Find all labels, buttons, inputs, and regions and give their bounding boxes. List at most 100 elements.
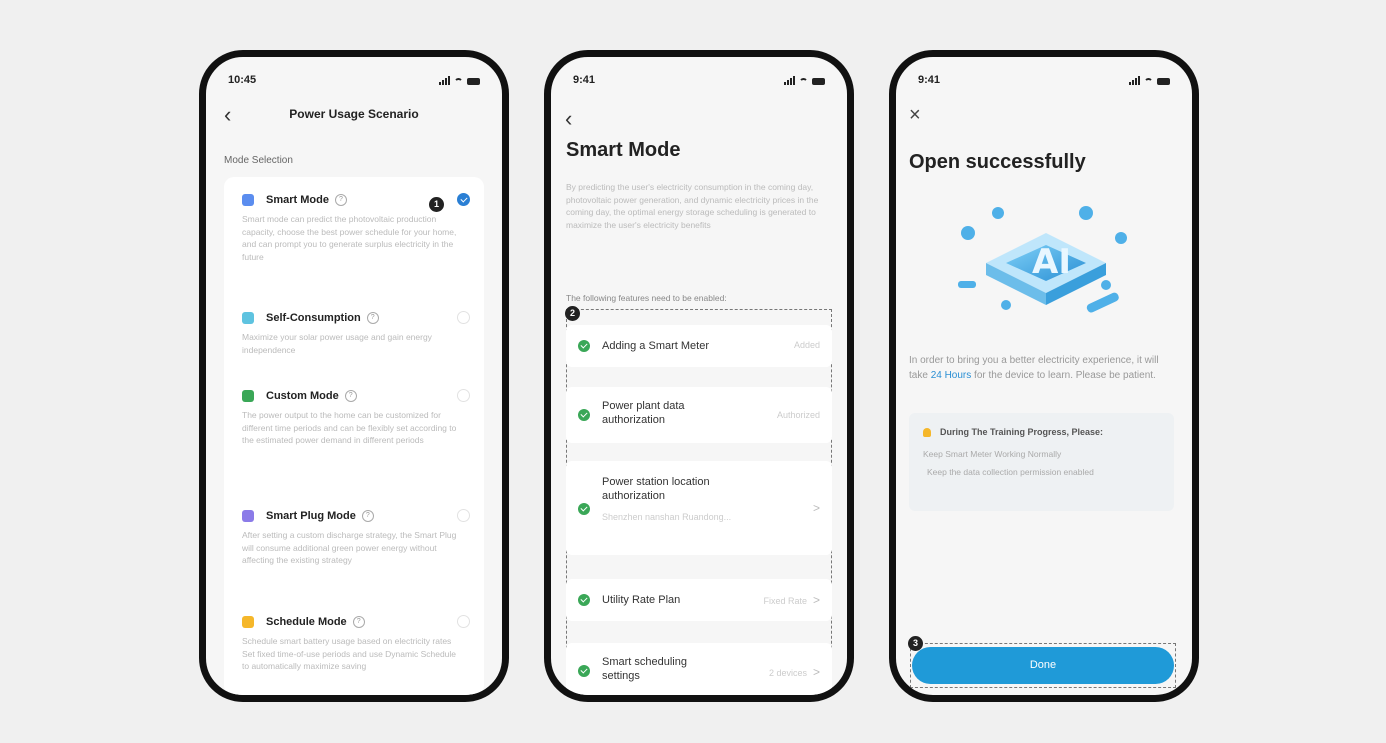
info-message: In order to bring you a better electrici…: [909, 353, 1172, 383]
mode-list: Smart Mode ? Smart mode can predict the …: [224, 177, 484, 695]
feature-title: Adding a Smart Meter: [602, 340, 709, 352]
feature-chevron: >: [807, 501, 820, 515]
status-bar: 9:41: [573, 74, 825, 88]
help-icon[interactable]: ?: [352, 616, 365, 628]
status-time: 9:41: [573, 74, 596, 86]
step-marker-3: 3: [908, 636, 923, 651]
status-bar: 10:45: [228, 74, 480, 88]
feature-title: Smart scheduling settings: [602, 656, 687, 682]
mode-title: Custom Mode: [266, 390, 339, 402]
back-icon[interactable]: ‹: [565, 108, 572, 130]
battery-icon: [1157, 78, 1170, 85]
status-bar: 9:41: [918, 74, 1170, 88]
feature-address: Shenzhen nanshan Ruandong...: [602, 512, 732, 522]
mode-description: Smart mode can predict the photovoltaic …: [242, 214, 457, 262]
mode-item-self-consumption[interactable]: Self-Consumption ? Maximize your solar p…: [242, 309, 470, 356]
page-title: Power Usage Scenario: [289, 107, 419, 121]
mode-description: The power output to the home can be cust…: [242, 410, 457, 445]
feature-status: Authorized: [776, 410, 820, 420]
status-icons: [439, 76, 480, 85]
msg-highlight: 24 Hours: [930, 370, 972, 381]
chevron-right-icon: >: [812, 593, 820, 607]
done-button[interactable]: Done: [912, 647, 1174, 684]
mode-item-schedule[interactable]: Schedule Mode ? Schedule smart battery u…: [242, 613, 470, 673]
custom-mode-icon: [242, 390, 254, 402]
signal-icon: [784, 76, 795, 85]
section-label: Mode Selection: [224, 155, 293, 166]
wifi-icon: [799, 78, 808, 85]
devices-count: 2 devices: [768, 668, 807, 678]
check-icon: [578, 594, 590, 606]
close-icon[interactable]: ×: [909, 105, 921, 125]
feature-title: Power station location authorization: [602, 476, 710, 502]
help-icon[interactable]: ?: [361, 510, 374, 522]
mode-item-custom[interactable]: Custom Mode ? The power output to the ho…: [242, 387, 470, 447]
feature-plant-data[interactable]: Power plant data authorization Authorize…: [566, 387, 832, 443]
radio-unselected[interactable]: [457, 615, 470, 628]
status-icons: [1129, 76, 1170, 85]
feature-status: Added: [793, 340, 820, 350]
page-description: By predicting the user's electricity con…: [566, 182, 819, 230]
feature-location[interactable]: Power station location authorization She…: [566, 461, 832, 555]
radio-unselected[interactable]: [457, 509, 470, 522]
signal-icon: [1129, 76, 1140, 85]
msg-text-end: for the device to learn. Please be patie…: [971, 370, 1156, 381]
mode-description: Maximize your solar power usage and gain…: [242, 332, 432, 355]
check-icon: [578, 340, 590, 352]
schedule-icon: [242, 616, 254, 628]
radio-unselected[interactable]: [457, 311, 470, 324]
help-icon[interactable]: ?: [344, 390, 357, 402]
feature-rate-plan[interactable]: Utility Rate Plan Fixed Rate >: [566, 579, 832, 621]
mode-description: After setting a custom discharge strateg…: [242, 530, 457, 565]
phone-power-usage-scenario: 10:45 ‹ Power Usage Scenario Mode Select…: [199, 50, 509, 702]
screen-background: 10:45 ‹ Power Usage Scenario Mode Select…: [0, 0, 1386, 743]
check-icon: [578, 503, 590, 515]
house-icon: [242, 312, 254, 324]
mode-item-smart-plug[interactable]: Smart Plug Mode ? After setting a custom…: [242, 507, 470, 567]
tip-title: During The Training Progress, Please:: [940, 427, 1104, 437]
status-icons: [784, 76, 825, 85]
mode-title: Smart Plug Mode: [266, 510, 356, 522]
status-time: 9:41: [918, 74, 941, 86]
radio-unselected[interactable]: [457, 389, 470, 402]
check-icon: [578, 665, 590, 677]
signal-icon: [439, 76, 450, 85]
lightbulb-icon: [923, 427, 931, 437]
mode-title: Schedule Mode: [266, 616, 347, 628]
feature-title: Power plant data authorization: [602, 400, 685, 426]
wifi-icon: [1144, 78, 1153, 85]
mode-title: Smart Mode: [266, 194, 329, 206]
battery-icon: [467, 78, 480, 85]
battery-icon: [812, 78, 825, 85]
tip-heading: During The Training Progress, Please:: [923, 427, 1103, 437]
smart-mode-icon: [242, 194, 254, 206]
mode-description: Schedule smart battery usage based on el…: [242, 636, 457, 671]
status-time: 10:45: [228, 74, 257, 86]
ai-text: AI: [1032, 242, 1071, 282]
page-title: Smart Mode: [566, 139, 681, 161]
radio-selected[interactable]: [457, 193, 470, 206]
feature-smart-meter[interactable]: Adding a Smart Meter Added: [566, 325, 832, 367]
page-title: Open successfully: [909, 151, 1086, 173]
step-marker-1: 1: [429, 197, 444, 212]
help-icon[interactable]: ?: [366, 312, 379, 324]
feature-value: 2 devices >: [769, 665, 820, 679]
step-marker-2: 2: [565, 306, 580, 321]
phone-smart-mode: 9:41 ‹ Smart Mode By predicting the user…: [544, 50, 854, 702]
feature-value: Fixed Rate >: [763, 593, 820, 607]
feature-scheduling[interactable]: Smart scheduling settings 2 devices >: [566, 643, 832, 695]
tip-line: Keep the data collection permission enab…: [927, 467, 1094, 477]
rate-value: Fixed Rate: [763, 596, 807, 606]
phone-open-success: 9:41 × Open successfully AI In order to …: [889, 50, 1199, 702]
tip-line: Keep Smart Meter Working Normally: [923, 449, 1062, 459]
help-icon[interactable]: ?: [334, 194, 347, 206]
wifi-icon: [454, 78, 463, 85]
ai-chip-illustration: AI: [958, 206, 1127, 313]
plug-icon: [242, 510, 254, 522]
feature-title: Utility Rate Plan: [602, 594, 681, 606]
check-icon: [578, 409, 590, 421]
chevron-right-icon: >: [812, 501, 820, 515]
features-note: The following features need to be enable…: [566, 293, 727, 303]
chevron-right-icon: >: [812, 665, 820, 679]
training-tip-box: During The Training Progress, Please: Ke…: [909, 413, 1174, 511]
